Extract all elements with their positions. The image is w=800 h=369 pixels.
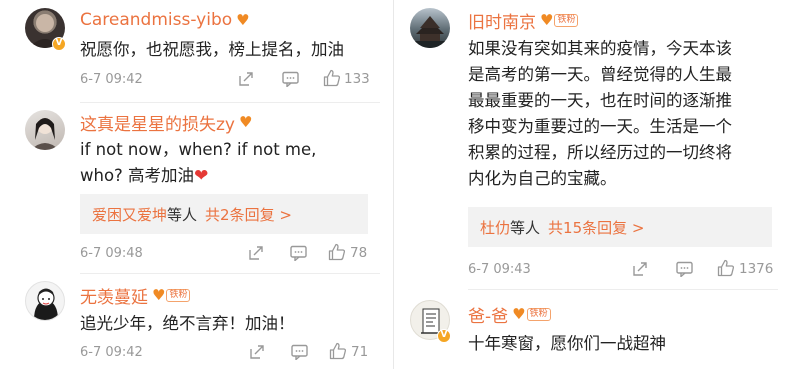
comment-line: 十年寒窗，愿你们一战超神 xyxy=(468,334,666,353)
like-count: 78 xyxy=(350,245,368,261)
like-count: 1376 xyxy=(739,261,774,277)
like-count: 71 xyxy=(351,344,369,360)
share-icon[interactable] xyxy=(238,71,254,87)
comment-line: 祝愿你，也祝愿我，榜上提名，加油 xyxy=(80,40,344,59)
username[interactable]: 这真是星星的损失zy xyxy=(80,110,235,135)
reply-count-link[interactable]: 共15条回复 > xyxy=(548,217,644,238)
like-icon[interactable] xyxy=(329,342,347,360)
comment-icon[interactable] xyxy=(282,71,299,87)
share-icon[interactable] xyxy=(249,344,265,360)
comment-line: 最最重要的一天，也在时间的逐渐推 xyxy=(468,91,732,110)
heart-badge-icon: ♥ xyxy=(152,285,166,304)
heart-badge-icon: ♥ xyxy=(540,10,554,29)
comment-text: 祝愿你，也祝愿我，榜上提名，加油 xyxy=(80,37,344,63)
comment-icon[interactable] xyxy=(291,344,308,360)
username[interactable]: 无羡蔓延 xyxy=(80,283,148,308)
heart-emoji-icon: ❤ xyxy=(194,166,209,186)
reply-users[interactable]: 杜仂 xyxy=(480,217,510,238)
heart-badge-icon: ♥ xyxy=(512,304,526,323)
reply-etc: 等人 xyxy=(167,205,198,224)
comment-icon[interactable] xyxy=(676,261,693,277)
comment-text: 追光少年，绝不言弃！加油！ xyxy=(80,311,295,337)
comment-line: 积累的过程，所以经历过的一切终将 xyxy=(468,143,732,162)
comment-line: if not now，when? if not me, xyxy=(80,140,317,159)
avatar-photo-icon xyxy=(31,118,59,150)
comment-text: 十年寒窗，愿你们一战超神 xyxy=(468,331,666,357)
like-count: 133 xyxy=(344,71,370,87)
comment-text: 如果没有突如其来的疫情，今天本该 是高考的第一天。曾经觉得的人生最 最最重要的一… xyxy=(468,36,732,192)
like-icon[interactable] xyxy=(328,243,346,261)
row-divider xyxy=(80,102,380,103)
verified-badge-icon: V xyxy=(52,37,66,51)
timestamp: 6-7 09:42 xyxy=(80,71,143,87)
reply-summary[interactable]: 杜仂 等人 共15条回复 > xyxy=(468,207,772,247)
fan-badge: ♥ xyxy=(238,112,253,131)
fan-tag: 铁粉 xyxy=(554,13,579,27)
row-divider xyxy=(468,289,778,290)
fan-badge: ♥ 铁粉 xyxy=(152,285,191,304)
username[interactable]: 旧时南京 xyxy=(468,8,536,33)
fan-tag: 铁粉 xyxy=(166,288,191,302)
share-icon[interactable] xyxy=(632,261,648,277)
like-icon[interactable] xyxy=(323,69,341,87)
avatar[interactable] xyxy=(25,281,65,321)
comment-line: who? 高考加油 xyxy=(80,166,195,185)
comment-line: 追光少年，绝不言弃！加油！ xyxy=(80,314,295,333)
avatar-photo-icon xyxy=(34,288,58,320)
comment-line: 内化为自己的宝藏。 xyxy=(468,169,617,188)
comment-line: 如果没有突如其来的疫情，今天本该 xyxy=(468,39,732,58)
row-divider xyxy=(80,273,380,274)
column-divider xyxy=(393,0,394,369)
reply-users[interactable]: 爱困又爱坤 xyxy=(92,204,167,225)
username[interactable]: 爸-爸 xyxy=(468,302,508,327)
reply-summary[interactable]: 爱困又爱坤 等人 共2条回复 > xyxy=(80,194,368,234)
comment-icon[interactable] xyxy=(290,245,307,261)
comment-line: 移中变为重要过的一天。生活是一个 xyxy=(468,117,732,136)
timestamp: 6-7 09:48 xyxy=(80,245,143,261)
timestamp: 6-7 09:42 xyxy=(80,344,143,360)
fan-badge: ♥ 铁粉 xyxy=(512,304,551,323)
verified-badge-icon: V xyxy=(437,329,451,343)
username[interactable]: Careandmiss-yibo xyxy=(80,10,232,30)
reply-count-link[interactable]: 共2条回复 > xyxy=(205,204,292,225)
comment-text: if not now，when? if not me, who? 高考加油❤ xyxy=(80,137,316,189)
fan-badge: ♥ 铁粉 xyxy=(540,10,579,29)
fan-tag: 铁粉 xyxy=(526,307,551,321)
avatar-photo-icon xyxy=(410,16,450,48)
heart-badge-icon: ♥ xyxy=(238,112,253,131)
timestamp: 6-7 09:43 xyxy=(468,261,531,277)
heart-badge-icon: ♥ xyxy=(236,10,250,29)
like-icon[interactable] xyxy=(717,259,735,277)
reply-etc: 等人 xyxy=(510,218,541,237)
fan-badge: ♥ xyxy=(236,10,250,29)
share-icon[interactable] xyxy=(248,245,264,261)
avatar[interactable] xyxy=(25,110,65,150)
comment-line: 是高考的第一天。曾经觉得的人生最 xyxy=(468,65,732,84)
avatar[interactable] xyxy=(410,8,450,48)
